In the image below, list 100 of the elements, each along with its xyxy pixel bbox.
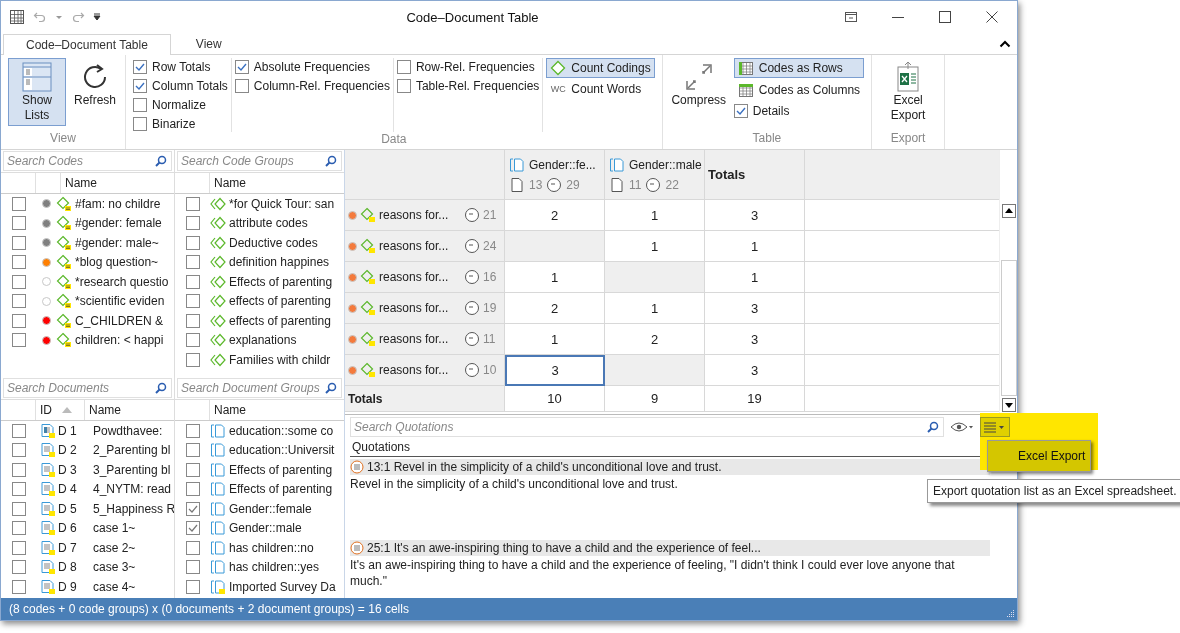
scrollbar[interactable] — [999, 150, 1017, 414]
ribbon-display-icon[interactable] — [844, 10, 858, 24]
checkbox[interactable] — [185, 540, 200, 555]
checkbox[interactable] — [185, 255, 200, 270]
checkbox[interactable] — [185, 333, 200, 348]
table-icon[interactable] — [9, 9, 25, 25]
resize-grip-icon[interactable] — [1005, 608, 1015, 618]
checkbox[interactable] — [185, 462, 200, 477]
column-header[interactable]: ID — [36, 400, 85, 420]
checkbox[interactable] — [185, 235, 200, 250]
checkbox[interactable] — [185, 443, 200, 458]
checkbox[interactable] — [133, 78, 148, 93]
ribbon-toggle[interactable]: Count Codings — [546, 58, 655, 78]
column-header[interactable]: Name — [210, 400, 344, 420]
column-header[interactable]: Name — [61, 173, 174, 193]
checkbox[interactable] — [11, 423, 26, 438]
checkbox[interactable] — [133, 59, 148, 74]
ribbon-checkbox[interactable]: Absolute Frequencies — [234, 58, 390, 75]
checkbox[interactable] — [185, 560, 200, 575]
checkbox[interactable] — [185, 216, 200, 231]
ribbon-button[interactable]: Excel Export — [879, 58, 938, 126]
checkbox[interactable] — [185, 196, 200, 211]
table-cell[interactable]: 1 — [505, 324, 605, 355]
redo-icon[interactable] — [71, 10, 85, 24]
ribbon-toggle[interactable]: Codes as Columns — [733, 80, 865, 100]
checkbox[interactable] — [185, 313, 200, 328]
table-cell[interactable]: 1 — [605, 200, 705, 231]
eye-icon[interactable] — [950, 421, 974, 433]
checkbox[interactable] — [234, 59, 249, 74]
row-header[interactable]: reasons for... — [379, 270, 461, 284]
checkbox[interactable] — [11, 521, 26, 536]
ribbon-toggle[interactable]: WC Count Words — [546, 80, 655, 98]
checkbox[interactable] — [11, 501, 26, 516]
checkbox[interactable] — [185, 294, 200, 309]
checkbox[interactable] — [11, 462, 26, 477]
row-header[interactable]: reasons for... — [379, 208, 461, 222]
checkbox[interactable] — [11, 443, 26, 458]
search-field[interactable]: Search Codes — [3, 151, 172, 171]
maximize-icon[interactable] — [938, 10, 952, 24]
checkbox[interactable] — [185, 521, 200, 536]
row-header[interactable]: reasons for... — [379, 363, 461, 377]
close-icon[interactable] — [985, 10, 999, 24]
customize-caret-icon[interactable] — [93, 13, 101, 21]
table-cell[interactable]: 2 — [505, 293, 605, 324]
checkbox[interactable] — [11, 313, 26, 328]
collapse-ribbon-icon[interactable] — [999, 40, 1011, 48]
column-header[interactable]: Totals — [705, 150, 805, 200]
column-header[interactable]: Name — [85, 400, 174, 420]
checkbox[interactable] — [185, 579, 200, 594]
search-icon[interactable] — [325, 155, 337, 167]
checkbox[interactable] — [11, 216, 26, 231]
column-header[interactable]: Gender::fe... — [529, 157, 596, 172]
checkbox[interactable] — [133, 97, 148, 112]
checkbox[interactable] — [11, 196, 26, 211]
undo-icon[interactable] — [33, 10, 47, 24]
column-header[interactable]: Name — [210, 173, 344, 193]
checkbox[interactable] — [185, 274, 200, 289]
ribbon-checkbox[interactable]: Binarize — [133, 115, 228, 132]
checkbox[interactable] — [185, 352, 200, 367]
checkbox[interactable] — [11, 333, 26, 348]
table-cell[interactable]: 1 — [605, 293, 705, 324]
column-header[interactable]: Gender::male — [629, 157, 702, 172]
checkbox[interactable] — [396, 78, 411, 93]
scroll-down-icon[interactable] — [1001, 398, 1016, 412]
ribbon-checkbox[interactable]: Column Totals — [133, 77, 228, 94]
checkbox[interactable] — [234, 78, 249, 93]
checkbox[interactable] — [133, 116, 148, 131]
ribbon-tab[interactable]: View — [172, 33, 245, 54]
checkbox[interactable] — [11, 560, 26, 575]
scroll-thumb[interactable] — [1000, 260, 1017, 396]
empty-cell[interactable] — [605, 262, 705, 293]
ribbon-button[interactable]: Compress — [669, 58, 728, 111]
caret-icon[interactable] — [55, 13, 63, 21]
checkbox[interactable] — [11, 579, 26, 594]
checkbox[interactable] — [11, 294, 26, 309]
checkbox[interactable] — [11, 540, 26, 555]
row-header[interactable]: reasons for... — [379, 239, 461, 253]
checkbox[interactable] — [11, 235, 26, 250]
checkbox[interactable] — [11, 274, 26, 289]
search-field[interactable]: Search Documents — [3, 378, 172, 398]
search-icon[interactable] — [927, 421, 939, 433]
list-options-button[interactable] — [980, 417, 1010, 437]
ribbon-button[interactable]: Show Lists — [8, 58, 66, 126]
search-icon[interactable] — [155, 155, 167, 167]
row-header[interactable]: reasons for... — [379, 301, 461, 315]
ribbon-button[interactable]: Refresh — [72, 58, 119, 111]
empty-cell[interactable] — [605, 355, 705, 386]
search-icon[interactable] — [155, 382, 167, 394]
checkbox[interactable] — [11, 482, 26, 497]
search-field[interactable]: Search Code Groups — [177, 151, 342, 171]
checkbox[interactable] — [396, 59, 411, 74]
ribbon-checkbox[interactable]: Column-Rel. Frequencies — [234, 77, 390, 94]
search-icon[interactable] — [325, 382, 337, 394]
ribbon-tab[interactable]: Code–Document Table — [3, 34, 171, 55]
ribbon-checkbox[interactable]: Normalize — [133, 96, 228, 113]
table-cell[interactable]: 3 — [505, 355, 605, 386]
ribbon-checkbox[interactable]: Row Totals — [133, 58, 228, 75]
ribbon-checkbox[interactable]: Row-Rel. Frequencies — [396, 58, 540, 75]
checkbox[interactable] — [185, 423, 200, 438]
scroll-up-icon[interactable] — [1001, 204, 1016, 218]
